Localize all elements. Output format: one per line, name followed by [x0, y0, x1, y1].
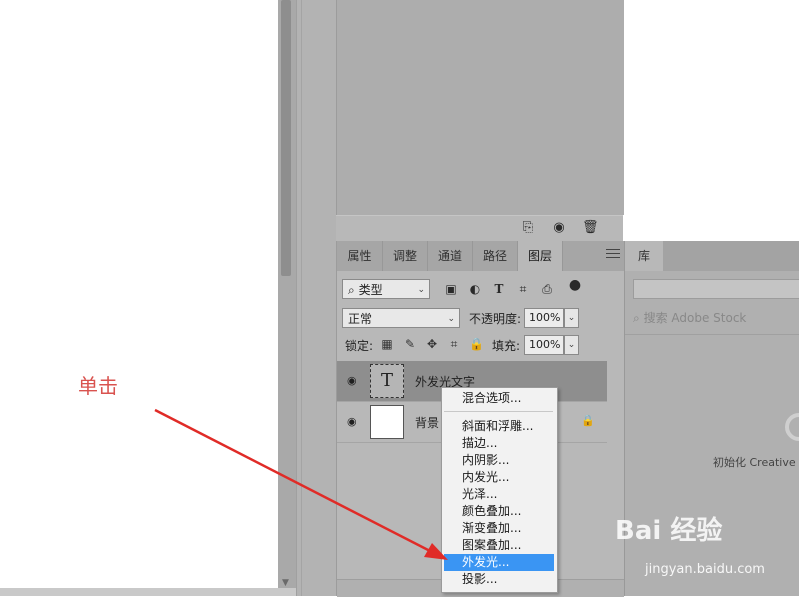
eye-icon[interactable]: ◉ — [347, 415, 357, 428]
text-layer-thumbnail: T — [370, 364, 404, 398]
trash-icon[interactable]: 🗑 — [582, 221, 599, 235]
horizontal-scrollbar[interactable] — [0, 588, 296, 596]
fill-dropdown-icon[interactable]: ⌄ — [564, 335, 579, 355]
shape-filter-icon[interactable]: ⌗ — [515, 281, 531, 297]
document-canvas[interactable] — [0, 0, 278, 596]
stock-search-input[interactable]: ⌕ 搜索 Adobe Stock — [633, 309, 746, 326]
opacity-input[interactable]: 100% — [524, 308, 564, 328]
pixel-filter-icon[interactable]: ▣ — [443, 281, 459, 297]
menu-item-blending-options[interactable]: 混合选项... — [442, 390, 555, 407]
lock-image-pixels-brush-icon[interactable]: ✎ — [403, 337, 417, 351]
opacity-label: 不透明度: — [469, 312, 522, 326]
menu-item-inner-glow[interactable]: 内发光... — [442, 469, 555, 486]
opacity-dropdown-icon[interactable]: ⌄ — [564, 308, 579, 328]
loading-spinner-icon — [785, 413, 799, 441]
search-placeholder: 搜索 Adobe Stock — [643, 311, 747, 325]
search-icon: ⌕ — [633, 311, 640, 325]
eye-icon[interactable]: ◉ — [347, 374, 357, 387]
menu-item-gradient-overlay[interactable]: 渐变叠加... — [442, 520, 555, 537]
smart-object-filter-icon[interactable]: ⎙ — [539, 281, 555, 297]
menu-separator — [444, 411, 553, 412]
blend-mode-value: 正常 — [348, 312, 373, 326]
fill-input[interactable]: 100% — [524, 335, 564, 355]
layer-style-context-menu: 混合选项... 斜面和浮雕... 描边... 内阴影... 内发光... 光泽.… — [441, 387, 558, 593]
filter-toggle-icon[interactable]: ● — [567, 277, 583, 293]
adjustment-filter-icon[interactable]: ◐ — [467, 281, 483, 297]
panel-menu-icon[interactable] — [606, 249, 620, 259]
divider — [625, 334, 799, 335]
library-select[interactable] — [633, 279, 799, 299]
menu-item-satin[interactable]: 光泽... — [442, 486, 555, 503]
search-icon: ⌕ — [348, 283, 355, 297]
new-document-from-state-icon[interactable]: ⎘ — [521, 221, 535, 235]
tab-library[interactable]: 库 — [625, 241, 663, 271]
lock-icon: 🔒 — [581, 414, 595, 427]
panel-tabs: 属性 调整 通道 路径 图层 — [337, 241, 624, 271]
snapshot-camera-icon[interactable]: ◉ — [552, 221, 566, 235]
chevron-down-icon: ⌄ — [447, 314, 455, 324]
tab-adjustments[interactable]: 调整 — [383, 241, 428, 271]
tab-paths[interactable]: 路径 — [473, 241, 518, 271]
blend-mode-select[interactable]: 正常 ⌄ — [342, 308, 460, 328]
menu-item-inner-shadow[interactable]: 内阴影... — [442, 452, 555, 469]
init-status-text: 初始化 Creative — [713, 456, 796, 469]
scroll-down-arrow-icon[interactable]: ▼ — [282, 578, 289, 588]
layer-filter-select[interactable]: ⌕ 类型 ⌄ — [342, 279, 430, 299]
menu-item-bevel-emboss[interactable]: 斜面和浮雕... — [442, 418, 555, 435]
scrollbar-thumb[interactable] — [281, 0, 291, 276]
background-layer-thumbnail — [370, 405, 404, 439]
type-filter-icon[interactable]: T — [491, 281, 507, 297]
fill-label: 填充: — [492, 339, 521, 353]
tab-properties[interactable]: 属性 — [337, 241, 383, 271]
lock-position-move-icon[interactable]: ✥ — [425, 337, 439, 351]
menu-item-pattern-overlay[interactable]: 图案叠加... — [442, 537, 555, 554]
menu-item-stroke[interactable]: 描边... — [442, 435, 555, 452]
watermark-url: jingyan.baidu.com — [645, 562, 765, 577]
history-toolbar: ⎘ ◉ 🗑 — [336, 215, 623, 242]
menu-item-outer-glow[interactable]: 外发光... — [444, 554, 554, 571]
tab-layers[interactable]: 图层 — [518, 241, 563, 271]
tab-channels[interactable]: 通道 — [428, 241, 473, 271]
lock-transparent-pixels-icon[interactable]: ▦ — [380, 337, 394, 351]
panel-divider — [296, 0, 337, 596]
layer-name: 背景 — [415, 416, 440, 430]
chevron-down-icon: ⌄ — [417, 285, 425, 295]
lock-label: 锁定: — [345, 339, 374, 353]
lock-artboard-icon[interactable]: ⌗ — [447, 337, 461, 351]
library-tabbar — [663, 241, 799, 271]
history-panel — [336, 0, 624, 215]
annotation-label: 单击 — [78, 374, 118, 398]
menu-item-drop-shadow[interactable]: 投影... — [442, 571, 555, 588]
menu-item-color-overlay[interactable]: 颜色叠加... — [442, 503, 555, 520]
vertical-scrollbar[interactable]: ▼ — [278, 0, 296, 590]
watermark-logo: Bai 经验 — [615, 516, 723, 546]
filter-kind-value: 类型 — [358, 283, 383, 297]
lock-all-icon[interactable]: 🔒 — [469, 337, 484, 351]
